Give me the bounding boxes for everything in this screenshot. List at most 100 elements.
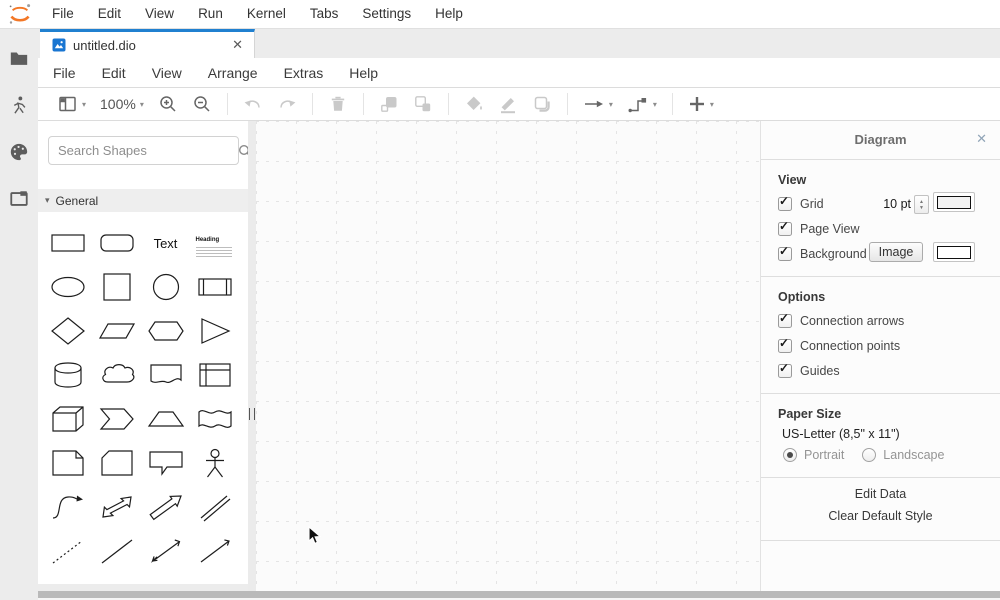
jl-menu-run[interactable]: Run	[186, 0, 235, 28]
landscape-radio[interactable]	[862, 448, 876, 462]
toolbar-insert[interactable]: ▾	[688, 95, 714, 113]
shape-circle[interactable]	[141, 265, 190, 309]
zoom-level-value: 100%	[100, 96, 136, 112]
tab-close-icon[interactable]: ✕	[229, 37, 246, 53]
grid-checkbox[interactable]: ✓	[778, 197, 792, 211]
shadow-icon	[532, 94, 552, 114]
shape-step[interactable]	[92, 397, 141, 441]
toolbar-zoom-in[interactable]	[158, 94, 178, 114]
running-sessions-icon[interactable]	[0, 86, 38, 124]
grid-color-swatch[interactable]	[933, 192, 975, 212]
section-general[interactable]: ▾ General	[38, 189, 248, 212]
edit-data-link[interactable]: Edit Data	[761, 478, 1000, 504]
shape-document[interactable]	[141, 353, 190, 397]
jl-menu-file[interactable]: File	[40, 0, 86, 28]
toolbar-undo[interactable]	[243, 94, 263, 114]
shape-rectangle[interactable]	[43, 221, 92, 265]
page-view-checkbox[interactable]: ✓	[778, 222, 792, 236]
toolbar-connection-style[interactable]: ▾	[583, 94, 613, 114]
jl-menu-help[interactable]: Help	[423, 0, 475, 28]
shape-tape[interactable]	[190, 397, 239, 441]
shape-note[interactable]	[43, 441, 92, 485]
toolbar-fill-color[interactable]	[464, 94, 484, 114]
drawio-file-icon	[52, 38, 66, 52]
files-icon[interactable]	[0, 39, 38, 77]
drawio-menu-extras[interactable]: Extras	[271, 65, 337, 81]
shape-bidirectional-connector[interactable]	[141, 529, 190, 573]
shape-search-input[interactable]	[49, 143, 238, 158]
jl-menu-kernel[interactable]: Kernel	[235, 0, 298, 28]
shape-callout[interactable]	[141, 441, 190, 485]
shape-rounded-rectangle[interactable]	[92, 221, 141, 265]
shape-cloud[interactable]	[92, 353, 141, 397]
portrait-radio[interactable]	[783, 448, 797, 462]
check-icon: ✓	[779, 194, 789, 208]
clear-default-style-link[interactable]: Clear Default Style	[761, 504, 1000, 526]
open-tabs-icon[interactable]	[0, 180, 38, 218]
waypoints-icon	[627, 94, 649, 114]
shape-dashed-line[interactable]	[43, 529, 92, 573]
toolbar-redo[interactable]	[277, 94, 297, 114]
toolbar-delete[interactable]	[328, 94, 348, 114]
toolbar-waypoints[interactable]: ▾	[627, 94, 657, 114]
toolbar-line-color[interactable]	[498, 94, 518, 114]
toolbar-separator	[363, 93, 364, 115]
shape-directional-connector[interactable]	[190, 529, 239, 573]
background-checkbox[interactable]: ✓	[778, 247, 792, 261]
toolbar-shadow[interactable]	[532, 94, 552, 114]
drawio-menubar: FileEditViewArrangeExtrasHelp	[38, 59, 1000, 88]
diagram-canvas[interactable]	[256, 121, 760, 591]
shape-cylinder[interactable]	[43, 353, 92, 397]
horizontal-scrollbar[interactable]	[38, 591, 1000, 598]
shape-link[interactable]	[190, 485, 239, 529]
stepper-down-icon[interactable]: ▼	[919, 205, 924, 211]
shape-arrow[interactable]	[141, 485, 190, 529]
grid-size-value[interactable]: 10 pt	[883, 197, 911, 211]
shape-text[interactable]: Text	[141, 221, 190, 265]
toolbar-view-options[interactable]: ▾	[57, 94, 86, 114]
jl-menu-edit[interactable]: Edit	[86, 0, 133, 28]
panel-divider[interactable]	[248, 121, 256, 591]
shape-curve[interactable]	[43, 485, 92, 529]
palette-icon[interactable]	[0, 133, 38, 171]
toolbar-to-front[interactable]	[379, 94, 399, 114]
option-connection-points-checkbox[interactable]: ✓	[778, 339, 792, 353]
shape-internal-storage[interactable]	[190, 353, 239, 397]
toolbar-zoom-out[interactable]	[192, 94, 212, 114]
shapes-panel: ▾ General TextHeading	[38, 121, 248, 584]
background-image-button[interactable]: Image	[869, 242, 923, 262]
option-connection-arrows-checkbox[interactable]: ✓	[778, 314, 792, 328]
shape-square[interactable]	[92, 265, 141, 309]
jl-menu-tabs[interactable]: Tabs	[298, 0, 351, 28]
divider-handle-icon[interactable]	[249, 408, 255, 420]
shape-ellipse[interactable]	[43, 265, 92, 309]
background-color-swatch[interactable]	[933, 242, 975, 262]
drawio-menu-view[interactable]: View	[139, 65, 195, 81]
drawio-menu-arrange[interactable]: Arrange	[195, 65, 271, 81]
shape-diamond[interactable]	[43, 309, 92, 353]
drawio-menu-help[interactable]: Help	[336, 65, 391, 81]
shape-process[interactable]	[190, 265, 239, 309]
toolbar-zoom-level[interactable]: 100%▾	[100, 96, 144, 112]
shape-actor[interactable]	[190, 441, 239, 485]
shape-textbox[interactable]: Heading	[190, 221, 239, 265]
chevron-down-icon: ▾	[45, 195, 50, 206]
option-guides-checkbox[interactable]: ✓	[778, 364, 792, 378]
paper-size-select[interactable]: US-Letter (8,5" x 11")	[761, 425, 1000, 443]
shape-line[interactable]	[92, 529, 141, 573]
tab-untitled-dio[interactable]: untitled.dio ✕	[40, 29, 255, 58]
jl-menu-settings[interactable]: Settings	[350, 0, 423, 28]
toolbar-to-back[interactable]	[413, 94, 433, 114]
drawio-menu-file[interactable]: File	[40, 65, 89, 81]
shape-cube[interactable]	[43, 397, 92, 441]
format-panel-close-icon[interactable]: ✕	[976, 131, 987, 147]
shape-card[interactable]	[92, 441, 141, 485]
shape-parallelogram[interactable]	[92, 309, 141, 353]
shape-triangle[interactable]	[190, 309, 239, 353]
jl-menu-view[interactable]: View	[133, 0, 186, 28]
shape-bidirectional-arrow[interactable]	[92, 485, 141, 529]
shape-trapezoid[interactable]	[141, 397, 190, 441]
shape-hexagon[interactable]	[141, 309, 190, 353]
drawio-menu-edit[interactable]: Edit	[89, 65, 139, 81]
grid-size-stepper[interactable]: ▲▼	[914, 195, 929, 214]
